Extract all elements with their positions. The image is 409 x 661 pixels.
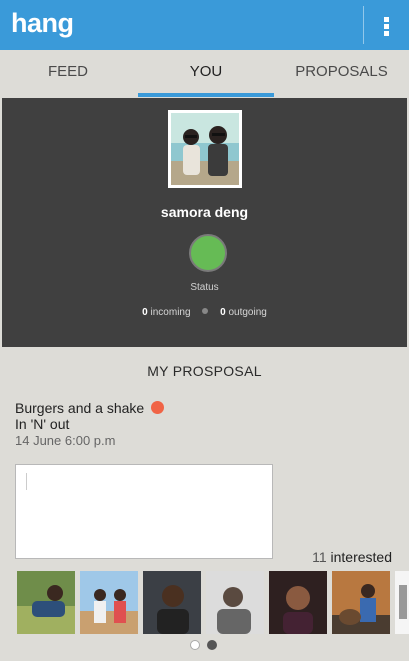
tab-feed[interactable]: FEED	[0, 50, 136, 98]
proposal-date: 14 June 6:00 p.m	[15, 433, 116, 448]
menu-divider	[363, 6, 364, 44]
status-indicator[interactable]	[189, 234, 227, 272]
text-caret	[26, 473, 27, 490]
tab-proposals[interactable]: PROPOSALS	[274, 50, 409, 98]
proposal-status-dot	[151, 401, 165, 414]
active-tab-indicator	[138, 93, 274, 97]
interested-count: 11 interested	[312, 549, 392, 565]
tab-bar: FEED YOU PROPOSALS	[0, 50, 409, 98]
screen: hang FEED YOU PROPOSALS samora deng Stat…	[0, 0, 409, 661]
section-title: MY PROSPOSAL	[147, 363, 262, 379]
status-label: Status	[190, 282, 219, 293]
person-photo-7[interactable]	[395, 571, 409, 634]
outgoing-count: 0	[220, 307, 226, 318]
outgoing-label: outgoing	[228, 307, 267, 318]
profile-panel: samora deng Status 0 incoming 0 outgoing	[2, 98, 407, 347]
avatar-photo	[171, 113, 239, 185]
person-photo-3[interactable]	[143, 571, 201, 634]
person-photo-4[interactable]	[206, 571, 264, 634]
comment-input[interactable]	[15, 464, 273, 559]
person-photo-6[interactable]	[332, 571, 390, 634]
request-counts: 0 incoming 0 outgoing	[2, 307, 407, 318]
incoming-label: incoming	[150, 307, 191, 318]
app-title: hang	[11, 8, 74, 38]
overflow-menu-button[interactable]	[363, 0, 409, 50]
interested-number: 11	[312, 549, 327, 565]
pager-dot-2[interactable]	[207, 640, 217, 650]
incoming-count: 0	[142, 307, 148, 318]
avatar[interactable]	[168, 110, 242, 188]
tab-you[interactable]: YOU	[138, 50, 274, 98]
proposal-place: In 'N' out	[15, 416, 70, 432]
proposal-name-text: Burgers and a shake	[15, 400, 145, 416]
person-photo-1[interactable]	[17, 571, 75, 634]
app-bar: hang	[0, 0, 409, 50]
pager-dot-1[interactable]	[190, 640, 200, 650]
separator-dot	[202, 308, 209, 314]
user-name: samora deng	[160, 204, 249, 220]
person-photo-2[interactable]	[80, 571, 138, 634]
proposal-name[interactable]: Burgers and a shake	[15, 400, 165, 416]
interested-label: interested	[330, 549, 392, 565]
person-photo-5[interactable]	[269, 571, 327, 634]
